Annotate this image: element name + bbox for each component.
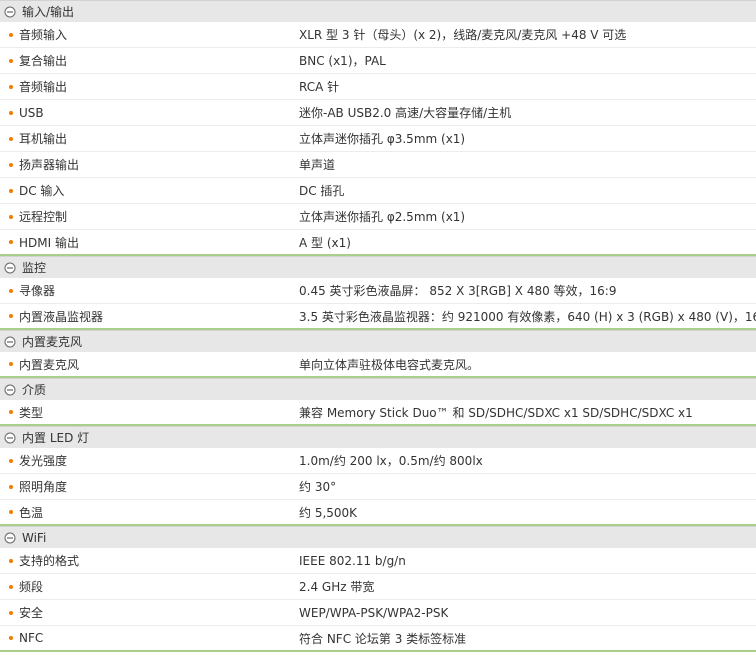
spec-value: 立体声迷你插孔 φ2.5mm (x1) xyxy=(299,210,466,224)
spec-row: 支持的格式 IEEE 802.11 b/g/n xyxy=(0,548,756,574)
spec-row: 发光强度 1.0m/约 200 lx，0.5m/约 800lx xyxy=(0,448,756,474)
bullet-dot-icon xyxy=(9,314,13,318)
spec-label: 内置麦克风 xyxy=(19,357,80,372)
spec-label: 复合输出 xyxy=(19,54,68,68)
spec-value: XLR 型 3 针（母头）(x 2)，线路/麦克风/麦克风 +48 V 可选 xyxy=(299,28,627,42)
spec-row: 音频输出 RCA 针 xyxy=(0,74,756,100)
section-title: 内置麦克风 xyxy=(22,335,83,349)
bullet-dot-icon xyxy=(9,240,13,244)
bullet-dot-icon xyxy=(9,610,13,615)
spec-row: 扬声器输出 单声道 xyxy=(0,152,756,178)
spec-label: 内置液晶监视器 xyxy=(19,309,104,324)
spec-value: A 型 (x1) xyxy=(299,235,351,250)
section-header[interactable]: 内置麦克风 xyxy=(0,330,756,352)
bullet-dot-icon xyxy=(9,110,13,115)
bullet-dot-icon xyxy=(9,362,13,366)
spec-row: 色温 约 5,500K xyxy=(0,500,756,526)
spec-row: 复合输出 BNC (x1)，PAL xyxy=(0,48,756,74)
spec-value: 2.4 GHz 带宽 xyxy=(299,580,375,594)
section-title: 监控 xyxy=(22,261,47,275)
bullet-dot-icon xyxy=(9,188,13,193)
section-header[interactable]: WiFi xyxy=(0,526,756,548)
bullet-dot-icon xyxy=(9,58,13,63)
section-header[interactable]: 监控 xyxy=(0,256,756,278)
bullet-dot-icon xyxy=(9,584,13,589)
section-title: 介质 xyxy=(22,383,47,397)
bullet-dot-icon xyxy=(9,136,13,141)
spec-row: 耳机输出 立体声迷你插孔 φ3.5mm (x1) xyxy=(0,126,756,152)
spec-value: 符合 NFC 论坛第 3 类标签标准 xyxy=(299,631,467,646)
spec-table: 输入/输出音频输入 XLR 型 3 针（母头）(x 2)，线路/麦克风/麦克风 +… xyxy=(0,0,756,652)
spec-label: USB xyxy=(19,105,44,120)
section-title: 内置 LED 灯 xyxy=(22,431,90,445)
spec-label: 色温 xyxy=(19,505,44,520)
spec-value: 0.45 英寸彩色液晶屏： 852 X 3[RGB] X 480 等效，16:9 xyxy=(299,284,617,298)
spec-row: DC 输入 DC 插孔 xyxy=(0,178,756,204)
spec-label: 远程控制 xyxy=(19,210,68,224)
bullet-dot-icon xyxy=(9,410,13,414)
section-header[interactable]: 介质 xyxy=(0,378,756,400)
section-title: WiFi xyxy=(22,530,47,545)
collapse-minus-icon[interactable] xyxy=(4,6,16,18)
spec-value: DC 插孔 xyxy=(299,184,345,198)
spec-value: RCA 针 xyxy=(299,80,340,94)
section-header[interactable]: 输入/输出 xyxy=(0,0,756,22)
bullet-dot-icon xyxy=(9,84,13,89)
spec-value: 3.5 英寸彩色液晶监视器：约 921000 有效像素，640 (H) x 3 … xyxy=(299,309,756,324)
spec-row: HDMI 输出 A 型 (x1) xyxy=(0,230,756,256)
collapse-minus-icon[interactable] xyxy=(4,262,16,274)
spec-value: 兼容 Memory Stick Duo™ 和 SD/SDHC/SDXC x1 S… xyxy=(299,405,693,420)
spec-label: 音频输出 xyxy=(19,80,68,94)
spec-row: 类型 兼容 Memory Stick Duo™ 和 SD/SDHC/SDXC x1… xyxy=(0,400,756,426)
bullet-dot-icon xyxy=(9,510,13,514)
collapse-minus-icon[interactable] xyxy=(4,532,16,544)
spec-value: 约 5,500K xyxy=(299,505,358,520)
spec-label: 安全 xyxy=(19,606,44,620)
bullet-dot-icon xyxy=(9,214,13,219)
spec-label: 寻像器 xyxy=(19,284,56,298)
bullet-dot-icon xyxy=(9,458,13,463)
collapse-minus-icon[interactable] xyxy=(4,432,16,444)
spec-value: 单向立体声驻极体电容式麦克风。 xyxy=(299,357,480,372)
spec-label: NFC xyxy=(19,631,44,645)
spec-label: 耳机输出 xyxy=(19,132,68,146)
spec-label: 扬声器输出 xyxy=(19,158,80,172)
spec-row: 安全 WEP/WPA-PSK/WPA2-PSK xyxy=(0,600,756,626)
spec-row: 内置麦克风 单向立体声驻极体电容式麦克风。 xyxy=(0,352,756,378)
spec-value: WEP/WPA-PSK/WPA2-PSK xyxy=(299,605,449,620)
spec-value: BNC (x1)，PAL xyxy=(299,54,386,68)
spec-value: 1.0m/约 200 lx，0.5m/约 800lx xyxy=(299,454,483,468)
spec-row: 寻像器 0.45 英寸彩色液晶屏： 852 X 3[RGB] X 480 等效，1… xyxy=(0,278,756,304)
spec-label: 照明角度 xyxy=(19,480,68,494)
spec-row: 频段 2.4 GHz 带宽 xyxy=(0,574,756,600)
spec-label: DC 输入 xyxy=(19,184,65,198)
spec-label: 发光强度 xyxy=(19,454,68,468)
spec-label: 支持的格式 xyxy=(19,554,80,568)
spec-label: 频段 xyxy=(19,580,44,594)
spec-value: 立体声迷你插孔 φ3.5mm (x1) xyxy=(299,132,466,146)
collapse-minus-icon[interactable] xyxy=(4,336,16,348)
bullet-dot-icon xyxy=(9,484,13,489)
bullet-dot-icon xyxy=(9,162,13,167)
spec-value: IEEE 802.11 b/g/n xyxy=(299,553,406,568)
spec-value: 迷你-AB USB2.0 高速/大容量存储/主机 xyxy=(299,106,512,120)
bullet-dot-icon xyxy=(9,288,13,293)
spec-label: 类型 xyxy=(19,405,44,420)
spec-row: NFC 符合 NFC 论坛第 3 类标签标准 xyxy=(0,626,756,652)
spec-row: 照明角度 约 30° xyxy=(0,474,756,500)
spec-label: 音频输入 xyxy=(19,28,68,42)
bullet-dot-icon xyxy=(9,558,13,563)
spec-label: HDMI 输出 xyxy=(19,235,79,250)
collapse-minus-icon[interactable] xyxy=(4,384,16,396)
spec-row: USB 迷你-AB USB2.0 高速/大容量存储/主机 xyxy=(0,100,756,126)
spec-row: 内置液晶监视器 3.5 英寸彩色液晶监视器：约 921000 有效像素，640 (… xyxy=(0,304,756,330)
spec-value: 单声道 xyxy=(299,158,336,172)
section-header[interactable]: 内置 LED 灯 xyxy=(0,426,756,448)
spec-row: 音频输入 XLR 型 3 针（母头）(x 2)，线路/麦克风/麦克风 +48 V … xyxy=(0,22,756,48)
section-title: 输入/输出 xyxy=(22,5,75,19)
spec-value: 约 30° xyxy=(299,480,337,494)
spec-row: 远程控制 立体声迷你插孔 φ2.5mm (x1) xyxy=(0,204,756,230)
bullet-dot-icon xyxy=(9,636,13,640)
bullet-dot-icon xyxy=(9,32,13,37)
